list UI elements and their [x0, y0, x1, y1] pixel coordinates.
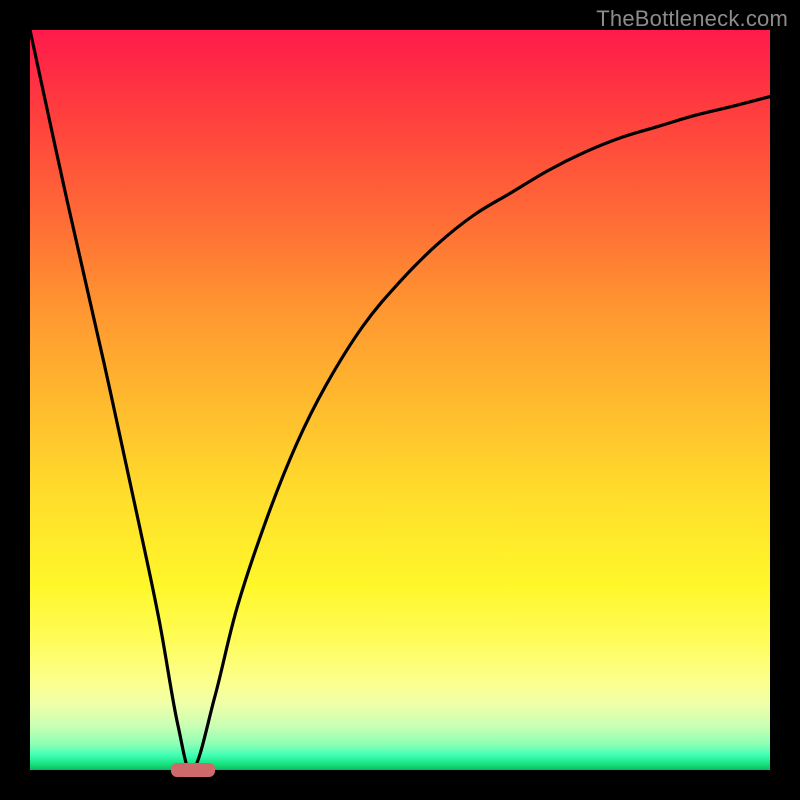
watermark-text: TheBottleneck.com: [596, 6, 788, 32]
optimal-marker: [171, 763, 215, 776]
chart-frame: TheBottleneck.com: [0, 0, 800, 800]
plot-area: [30, 30, 770, 770]
bottleneck-curve: [30, 30, 770, 770]
